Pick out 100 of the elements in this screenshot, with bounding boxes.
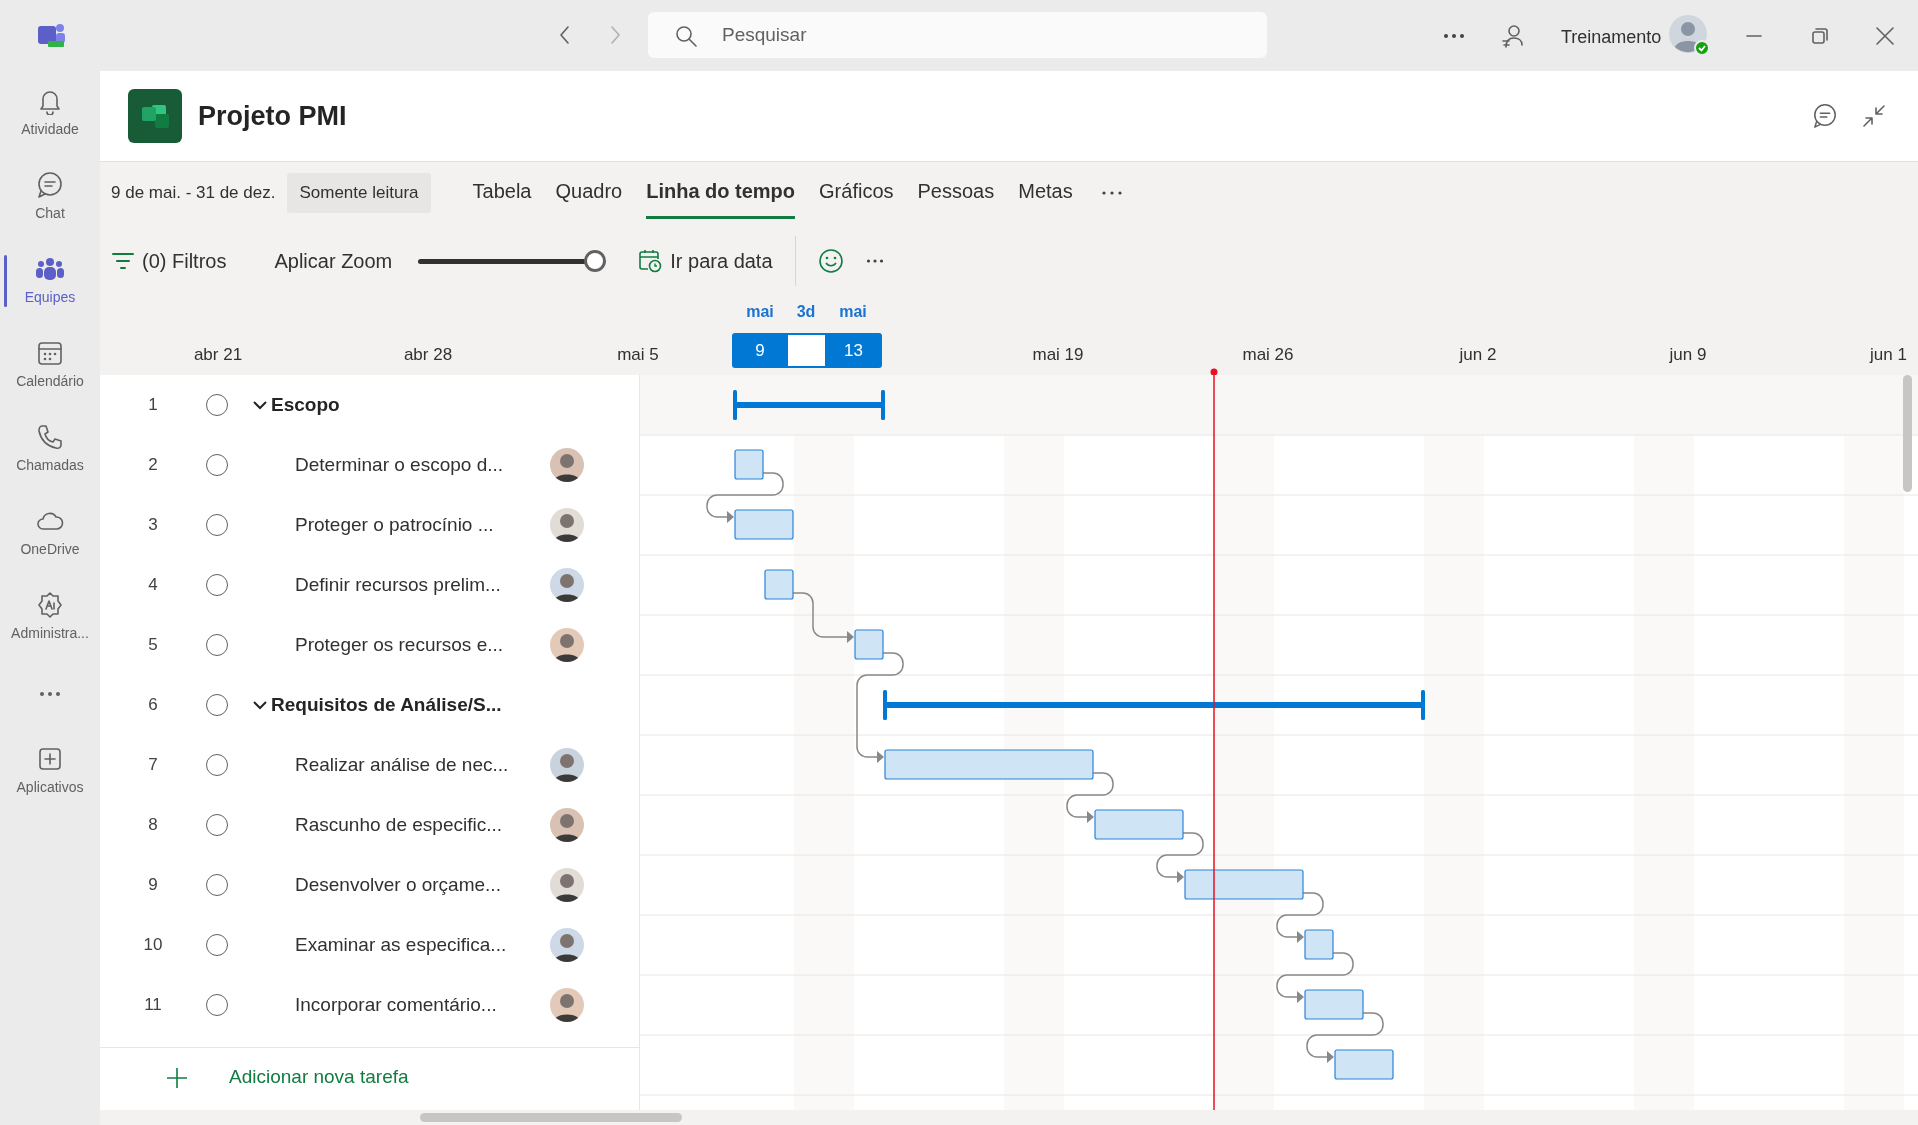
chevron-icon[interactable] <box>253 700 267 711</box>
range-month-label: 3d <box>795 301 817 322</box>
task-checkbox[interactable] <box>206 994 228 1017</box>
task-title[interactable]: Proteger os recursos e... <box>295 630 540 660</box>
project-app-icon <box>128 89 182 144</box>
avatar <box>550 808 584 843</box>
summary-bar[interactable] <box>733 390 885 421</box>
chat-icon[interactable] <box>1812 103 1838 130</box>
rail-item[interactable]: Administra... <box>0 575 100 659</box>
scrollbar-thumb[interactable] <box>420 1113 682 1123</box>
rail-item[interactable]: Chamadas <box>0 407 100 491</box>
rail-item[interactable]: Equipes <box>0 239 100 323</box>
row-number: 4 <box>147 574 159 597</box>
dependency-arrow <box>1276 892 1324 944</box>
date-range: 9 de mai. - 31 de dez. <box>111 182 276 205</box>
task-title[interactable]: Determinar o escopo d... <box>295 450 540 480</box>
add-task-button[interactable]: Adicionar nova tarefa <box>165 1063 409 1092</box>
task-checkbox[interactable] <box>206 754 228 777</box>
week-label: mai 26 <box>1242 343 1294 366</box>
range-start-handle[interactable]: 9 <box>732 332 788 368</box>
chevron-icon[interactable] <box>253 400 267 411</box>
go-to-date-button[interactable]: Ir para data <box>638 245 773 276</box>
minimize-icon[interactable] <box>1746 34 1762 38</box>
summary-bar[interactable] <box>883 690 1425 721</box>
more-icon[interactable] <box>1100 189 1123 196</box>
chat-icon <box>36 170 64 199</box>
row-number: 8 <box>147 814 159 837</box>
restore-icon[interactable] <box>1812 28 1828 44</box>
task-checkbox[interactable] <box>206 574 228 597</box>
tab[interactable]: Quadro <box>555 166 623 220</box>
filter-icon <box>112 251 134 270</box>
week-label: jun 9 <box>1669 343 1707 366</box>
avatar <box>550 508 584 543</box>
tab[interactable]: Pessoas <box>917 166 995 220</box>
task-checkbox[interactable] <box>206 694 228 717</box>
row-number: 3 <box>147 514 159 537</box>
avatar <box>550 868 584 903</box>
more-icon[interactable] <box>865 257 884 264</box>
person-icon[interactable] <box>1500 23 1526 49</box>
avatar <box>550 988 584 1023</box>
task-title[interactable]: Proteger o patrocínio ... <box>295 510 540 540</box>
row-number: 6 <box>147 694 159 717</box>
tab[interactable]: Linha do tempo <box>646 166 796 220</box>
task-title[interactable]: Definir recursos prelim... <box>295 570 540 600</box>
task-title[interactable]: Requisitos de Análise/S... <box>271 690 502 720</box>
tab[interactable]: Tabela <box>472 166 532 220</box>
task-checkbox[interactable] <box>206 514 228 537</box>
user-name: Treinamento <box>1561 26 1662 49</box>
task-checkbox[interactable] <box>206 454 228 477</box>
dependency-arrow <box>1066 772 1114 824</box>
task-title[interactable]: Incorporar comentário... <box>295 990 540 1020</box>
close-icon[interactable] <box>1876 27 1894 45</box>
task-title[interactable]: Realizar análise de nec... <box>295 750 540 780</box>
avatar <box>550 448 584 483</box>
task-title[interactable]: Escopo <box>271 390 340 420</box>
slider-thumb[interactable] <box>584 249 607 272</box>
tab[interactable]: Metas <box>1018 166 1073 220</box>
week-label: abr 21 <box>193 343 243 366</box>
plus-icon <box>165 1065 189 1090</box>
back-icon[interactable] <box>558 25 572 45</box>
week-label: jun 2 <box>1459 343 1497 366</box>
task-checkbox[interactable] <box>206 634 228 657</box>
row-number: 5 <box>147 634 159 657</box>
task-checkbox[interactable] <box>206 814 228 837</box>
zoom-label: Aplicar Zoom <box>274 248 393 274</box>
more-icon[interactable] <box>1443 33 1465 39</box>
task-checkbox[interactable] <box>206 394 228 417</box>
calendar-clock-icon <box>638 248 663 273</box>
rail-item[interactable]: Chat <box>0 155 100 239</box>
task-title[interactable]: Desenvolver o orçame... <box>295 870 540 900</box>
search-field[interactable]: Pesquisar <box>648 12 1267 58</box>
task-title[interactable]: Examinar as especifica... <box>295 930 540 960</box>
collapse-icon[interactable] <box>1862 104 1886 129</box>
task-checkbox[interactable] <box>206 934 228 957</box>
rail-item[interactable]: OneDrive <box>0 491 100 575</box>
row-number: 11 <box>143 994 163 1017</box>
range-month-label: mai <box>745 301 775 322</box>
rail-item[interactable]: Calendário <box>0 323 100 407</box>
rail-item[interactable]: Aplicativos <box>0 729 100 813</box>
task-checkbox[interactable] <box>206 874 228 897</box>
filters-button[interactable]: (0) Filtros <box>112 245 227 276</box>
dependency-arrow <box>792 592 854 644</box>
range-end-handle[interactable]: 13 <box>825 332 882 368</box>
tab[interactable]: Gráficos <box>819 166 894 220</box>
smiley-icon[interactable] <box>817 247 844 274</box>
rail-item[interactable]: Atividade <box>0 71 100 155</box>
row-number: 9 <box>147 874 159 897</box>
week-label: jun 1 <box>1870 343 1907 366</box>
task-title[interactable]: Rascunho de especific... <box>295 810 540 840</box>
avatar <box>550 748 584 783</box>
row-number: 1 <box>147 394 159 417</box>
week-label: abr 28 <box>403 343 453 366</box>
week-label: mai 19 <box>1032 343 1084 366</box>
avatar <box>550 928 584 963</box>
avatar <box>550 568 584 603</box>
row-number: 10 <box>142 934 164 957</box>
range-month-label: mai <box>838 301 868 322</box>
scrollbar-thumb[interactable] <box>1903 375 1912 493</box>
search-icon <box>674 24 698 48</box>
admin-icon <box>36 590 64 619</box>
